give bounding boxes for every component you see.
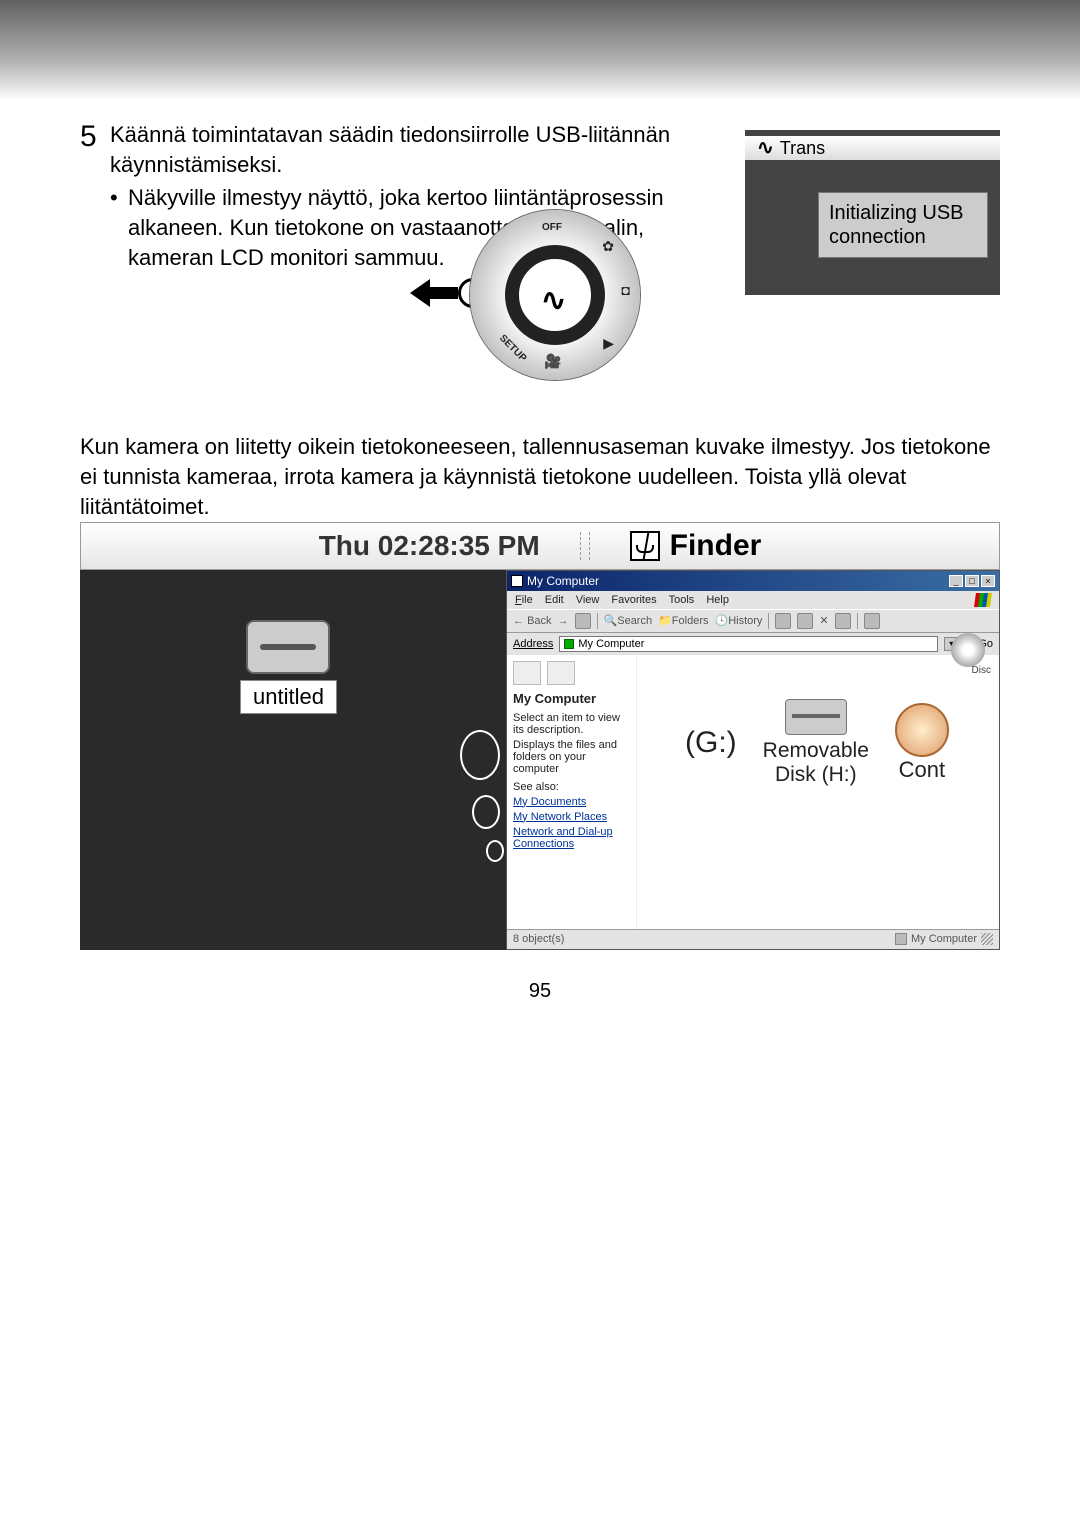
menu-view[interactable]: View: [576, 594, 600, 606]
sidebar-select-text: Select an item to view its description.: [513, 712, 630, 736]
address-bar: Address My Computer ▾ Go: [507, 633, 999, 655]
close-button[interactable]: ×: [981, 575, 995, 587]
header-gradient: [0, 0, 1080, 100]
toolbar-icon[interactable]: [775, 613, 791, 629]
status-objects: 8 object(s): [513, 933, 564, 945]
status-location: My Computer: [911, 933, 977, 945]
menu-file[interactable]: File: [515, 594, 533, 606]
toolbar: ← Back → 🔍Search 📁Folders 🕓History ✕: [507, 609, 999, 633]
lcd-mode-bar: ∿ Trans: [745, 136, 1000, 160]
sidebar-thumb-icon: [547, 661, 575, 685]
link-my-network[interactable]: My Network Places: [513, 811, 630, 823]
lcd-message: Initializing USB connection: [818, 192, 988, 258]
finder-icon: [630, 531, 660, 561]
explorer-sidebar: My Computer Select an item to view its d…: [507, 655, 637, 929]
control-panel-item[interactable]: Cont: [895, 703, 949, 783]
link-dialup[interactable]: Network and Dial-up Connections: [513, 826, 630, 850]
resize-grip-icon[interactable]: [981, 933, 993, 945]
callout-bubble-icon: [472, 795, 500, 829]
page-number: 95: [80, 980, 1000, 1003]
removable-disk-icon: [785, 699, 847, 735]
mac-clock: Thu 02:28:35 PM: [319, 530, 540, 562]
disk-icon: [246, 620, 330, 674]
address-label: Address: [513, 638, 553, 650]
bullet-icon: •: [110, 183, 128, 272]
lcd-mode-label: Trans: [780, 136, 825, 160]
camera-lcd: ∿ Trans Initializing USB connection: [745, 130, 1000, 295]
menubar: File Edit View Favorites Tools Help: [507, 591, 999, 609]
mode-dial-illustration: ∿ OFF SETUP ✿ ◘ ▶ 🎥: [470, 210, 640, 380]
sidebar-title: My Computer: [513, 691, 630, 706]
menu-help[interactable]: Help: [706, 594, 729, 606]
windows-explorer: My Computer _ □ × File Edit View: [506, 570, 1000, 950]
playback-icon: ▶: [603, 335, 614, 352]
dial-center-transfer-icon: ∿: [505, 245, 605, 345]
auto-icon: ✿: [602, 238, 614, 255]
paragraph-reconnect: Kun kamera on liitetty oikein tietokonee…: [80, 432, 1000, 521]
callout-bubble-icon: [460, 730, 500, 780]
removable-label: Removable: [763, 739, 869, 763]
minimize-button[interactable]: _: [949, 575, 963, 587]
app-icon: [511, 575, 523, 587]
menu-favorites[interactable]: Favorites: [611, 594, 656, 606]
control-label: Cont: [899, 757, 945, 783]
status-icon: [895, 933, 907, 945]
undo-button[interactable]: [835, 613, 851, 629]
sidebar-seealso: See also:: [513, 781, 630, 793]
folders-button[interactable]: 📁Folders: [658, 614, 708, 627]
forward-button[interactable]: →: [558, 615, 569, 627]
compact-disc-icon[interactable]: [951, 633, 985, 667]
address-value: My Computer: [578, 638, 644, 650]
dial-off-label: OFF: [542, 222, 562, 233]
removable-disk-h[interactable]: Removable Disk (H:): [763, 699, 869, 787]
control-panel-icon: [895, 703, 949, 757]
up-button[interactable]: [575, 613, 591, 629]
drive-g[interactable]: (G:): [685, 726, 737, 760]
step-number: 5: [80, 120, 110, 153]
mac-disk[interactable]: untitled: [240, 620, 337, 714]
transfer-icon: ∿: [757, 136, 774, 160]
address-input[interactable]: My Computer: [559, 636, 938, 652]
sidebar-thumb-icon: [513, 661, 541, 685]
mac-finder-label: Finder: [670, 529, 762, 563]
drive-zoom-overlay: (G:) Removable Disk (H:) Cont: [681, 695, 953, 791]
menu-edit[interactable]: Edit: [545, 594, 564, 606]
sidebar-display-text: Displays the files and folders on your c…: [513, 739, 630, 775]
window-title: My Computer: [527, 574, 599, 588]
movie-icon: 🎥: [544, 353, 561, 370]
menu-tools[interactable]: Tools: [669, 594, 695, 606]
history-button[interactable]: 🕓History: [714, 614, 762, 627]
search-button[interactable]: 🔍Search: [604, 614, 653, 627]
back-button[interactable]: ← Back: [513, 615, 552, 627]
link-my-documents[interactable]: My Documents: [513, 796, 630, 808]
callout-bubble-icon: [486, 840, 504, 862]
mac-menubar: Thu 02:28:35 PM Finder: [80, 522, 1000, 570]
mac-desktop: untitled: [80, 570, 506, 950]
window-titlebar[interactable]: My Computer _ □ ×: [507, 571, 999, 591]
camera-icon: ◘: [622, 282, 630, 298]
step-title: Käännä toimintatavan säädin tiedonsiirro…: [110, 120, 730, 179]
windows-logo-icon: [974, 593, 992, 607]
mac-separator-icon: [580, 532, 590, 560]
toolbar-icon[interactable]: [797, 613, 813, 629]
statusbar: 8 object(s) My Computer: [507, 929, 999, 949]
views-button[interactable]: [864, 613, 880, 629]
delete-button[interactable]: ✕: [819, 614, 828, 627]
diskh-label: Disk (H:): [775, 763, 857, 787]
disc-label: Disc: [972, 665, 991, 676]
mac-disk-label: untitled: [240, 680, 337, 714]
drive-g-label: (G:): [685, 726, 737, 760]
maximize-button[interactable]: □: [965, 575, 979, 587]
address-icon: [564, 639, 574, 649]
